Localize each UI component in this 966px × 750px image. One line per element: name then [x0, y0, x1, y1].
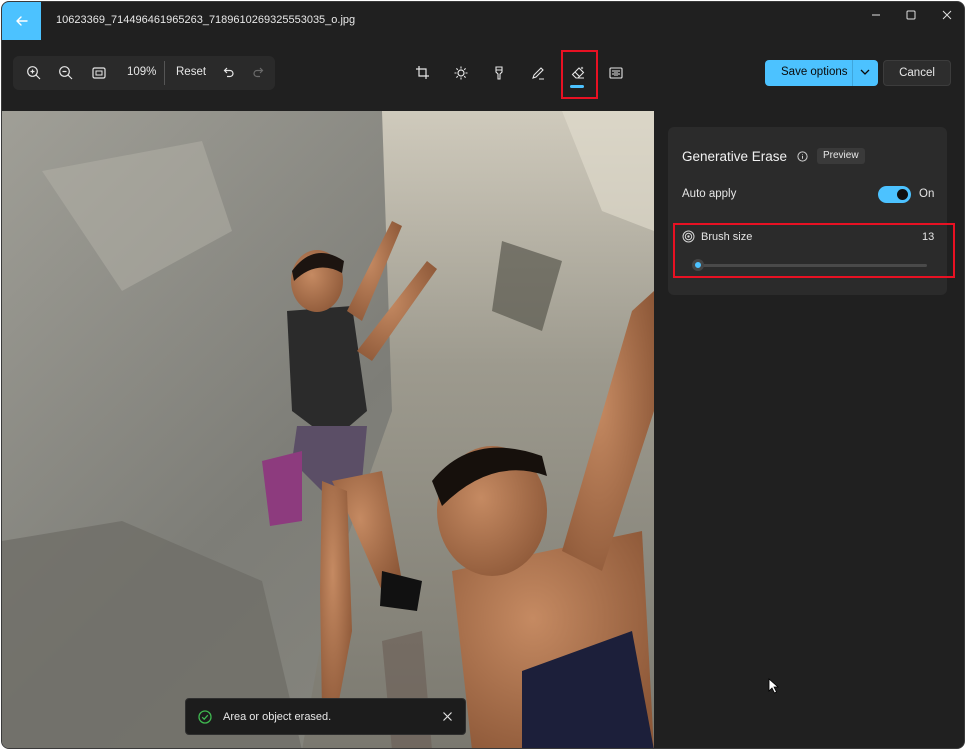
pen-icon	[532, 67, 544, 80]
info-icon[interactable]	[797, 151, 808, 162]
photo-canvas[interactable]	[2, 111, 654, 748]
zoom-in-icon	[27, 66, 41, 80]
erase-tool-highlight	[561, 50, 598, 99]
brightness-icon	[454, 66, 468, 80]
divider	[164, 61, 165, 85]
brush-size-icon	[682, 230, 695, 243]
auto-apply-toggle[interactable]	[878, 186, 911, 203]
filter-tool-button[interactable]	[486, 60, 512, 86]
zoom-in-button[interactable]	[24, 64, 44, 82]
photos-editor-window: 10623369_714496461965263_718961026932555…	[1, 1, 965, 749]
back-button[interactable]	[2, 2, 41, 40]
brush-size-value: 13	[922, 231, 935, 243]
preview-badge: Preview	[817, 148, 865, 164]
erase-notification-toast: Area or object erased.	[185, 698, 466, 735]
maximize-icon	[906, 10, 916, 20]
brush-size-slider[interactable]	[693, 264, 927, 267]
cancel-button[interactable]: Cancel	[883, 60, 951, 86]
arrow-left-icon	[15, 16, 28, 26]
crop-icon	[416, 66, 429, 79]
minimize-icon	[872, 14, 880, 16]
climbing-photo	[2, 111, 654, 748]
chevron-down-icon[interactable]	[857, 64, 873, 80]
title-bar: 10623369_714496461965263_718961026932555…	[2, 2, 964, 40]
zoom-out-icon	[59, 66, 73, 80]
panel-title: Generative Erase	[682, 149, 788, 164]
auto-apply-label: Auto apply	[682, 188, 737, 200]
brush-size-slider-thumb[interactable]	[692, 259, 704, 271]
background-tool-button[interactable]	[603, 60, 629, 86]
zoom-out-button[interactable]	[56, 64, 76, 82]
filter-icon	[495, 66, 503, 80]
window-title: 10623369_714496461965263_718961026932555…	[56, 14, 356, 26]
close-icon	[942, 10, 952, 20]
redo-icon	[253, 67, 264, 78]
mouse-pointer-icon	[768, 678, 780, 694]
fit-screen-icon	[92, 67, 106, 79]
auto-apply-state: On	[919, 188, 935, 200]
zoom-level[interactable]: 109%	[127, 66, 156, 78]
editor-toolbar: 109% Reset Save options Cancel	[2, 40, 964, 106]
redo-button[interactable]	[249, 64, 269, 82]
toast-message: Area or object erased.	[223, 711, 332, 723]
background-blur-icon	[609, 67, 623, 79]
close-window-button[interactable]	[929, 2, 964, 28]
check-circle-icon	[198, 710, 212, 724]
save-options-button[interactable]: Save options	[765, 60, 878, 86]
fit-to-window-button[interactable]	[89, 64, 109, 82]
crop-tool-button[interactable]	[410, 60, 436, 86]
undo-icon	[223, 67, 234, 78]
close-icon[interactable]	[442, 711, 453, 722]
reset-button[interactable]: Reset	[176, 66, 206, 78]
zoom-controls: 109% Reset	[13, 56, 275, 90]
divider	[852, 60, 853, 86]
minimize-button[interactable]	[858, 2, 894, 28]
save-options-label: Save options	[781, 66, 848, 78]
undo-button[interactable]	[218, 64, 238, 82]
markup-tool-button[interactable]	[525, 60, 551, 86]
adjustment-tool-button[interactable]	[448, 60, 474, 86]
toggle-knob	[897, 189, 908, 200]
brush-size-label: Brush size	[701, 231, 753, 243]
maximize-button[interactable]	[893, 2, 929, 28]
